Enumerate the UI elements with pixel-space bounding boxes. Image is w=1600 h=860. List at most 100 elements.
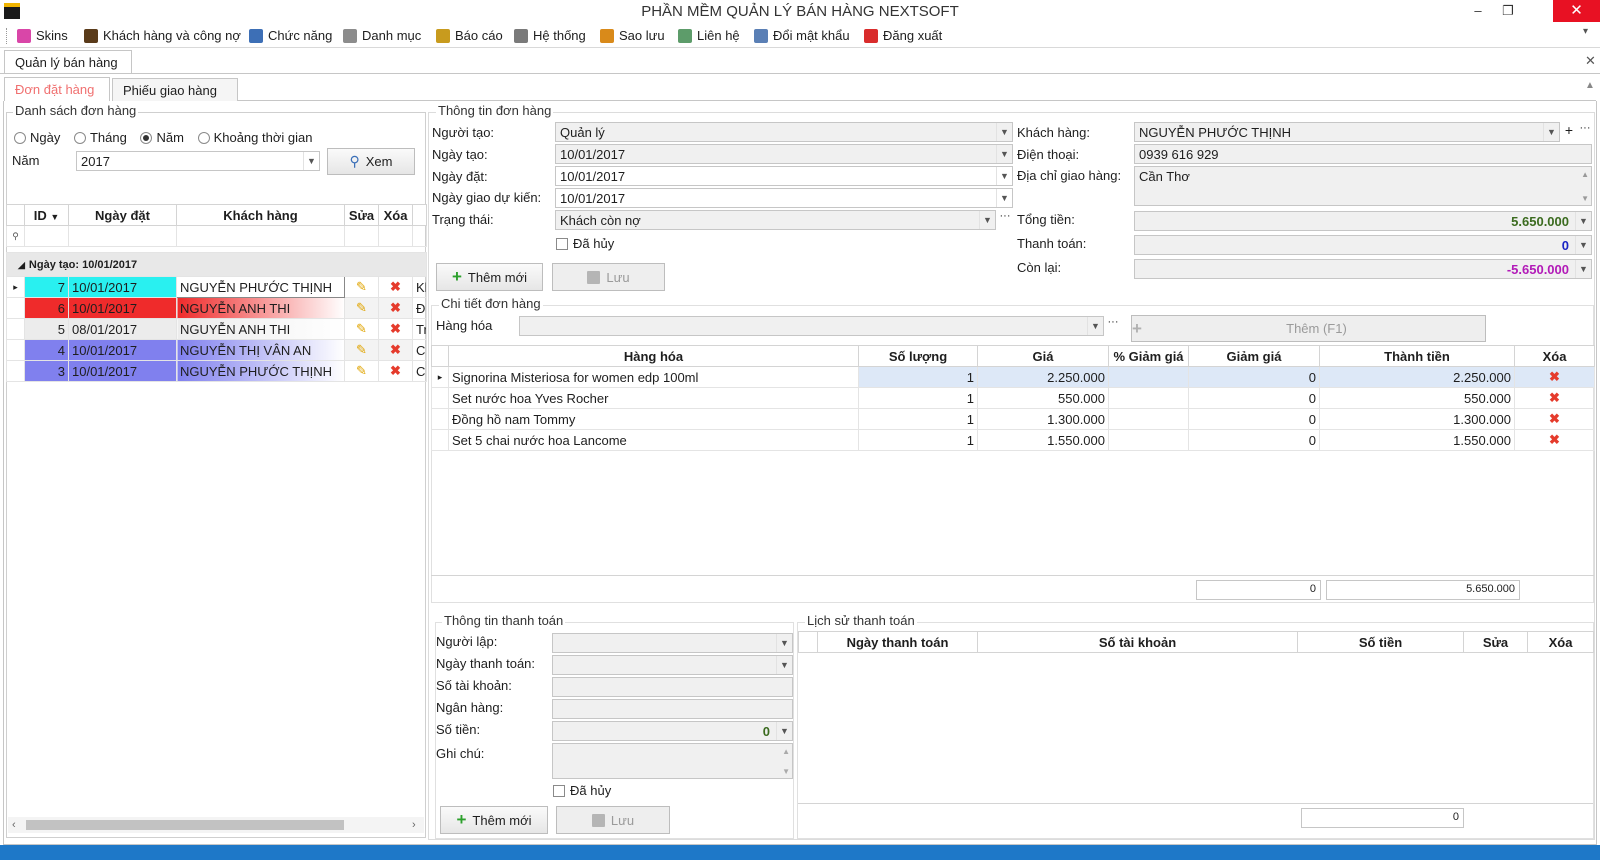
col-product[interactable]: Hàng hóa [448,345,859,367]
edit-icon[interactable]: ✎ [344,339,379,361]
payment-creator-select[interactable]: ▼ [552,633,793,653]
customer-select[interactable]: NGUYỄN PHƯỚC THỊNH ▼ [1134,122,1560,142]
col-delete[interactable]: Xóa [1527,631,1594,653]
scroll-up-icon[interactable]: ▲ [1581,170,1589,179]
detail-row[interactable]: ▸ Signorina Misteriosa for women edp 100m… [431,366,1595,388]
close-window-button[interactable]: ✕ [1553,0,1600,22]
delete-icon[interactable]: ✖ [1514,408,1595,430]
menu-item-8[interactable]: Đổi mật khẩu [754,28,850,43]
scroll-right-icon[interactable]: › [412,819,416,831]
col-customer[interactable]: Khách hàng [176,204,345,226]
delete-icon[interactable]: ✖ [378,318,413,340]
order-row[interactable]: 310/01/2017NGUYỄN PHƯỚC THỊNH✎✖Ch [6,360,427,382]
add-payment-button[interactable]: + Thêm mới [440,806,548,834]
minimize-button[interactable]: – [1463,0,1493,22]
scroll-up-icon[interactable]: ▲ [1585,80,1595,91]
menu-item-0[interactable]: Skins [17,28,68,43]
save-order-button[interactable]: Lưu [552,263,665,291]
delete-icon[interactable]: ✖ [378,297,413,319]
col-discount-pct[interactable]: % Giảm giá [1108,345,1189,367]
scroll-down-icon[interactable]: ▼ [782,767,790,776]
scroll-down-icon[interactable]: ▼ [1581,194,1589,203]
address-field[interactable]: Cần Thơ ▲ ▼ [1134,166,1592,206]
detail-row[interactable]: Set 5 chai nước hoa Lancome 1 1.550.000 0 1.… [431,429,1595,451]
menu-item-1[interactable]: Khách hàng và công nợ [84,28,241,43]
menu-item-2[interactable]: Chức năng [249,28,332,43]
year-select[interactable]: 2017 ▼ [76,151,320,171]
add-order-button[interactable]: + Thêm mới [436,263,543,291]
horizontal-scrollbar[interactable]: ‹ › [8,817,424,833]
note-field[interactable]: ▲ ▼ [552,743,793,779]
col-delete[interactable]: Xóa [378,204,413,226]
delete-icon[interactable]: ✖ [1514,387,1595,409]
delete-icon[interactable]: ✖ [378,360,413,382]
menu-item-4[interactable]: Báo cáo [436,28,503,43]
creator-select[interactable]: Quản lý ▼ [555,122,1013,142]
col-delete[interactable]: Xóa [1514,345,1595,367]
product-more-button[interactable]: ··· [1105,316,1121,336]
payment-cancelled-checkbox[interactable]: Đã hủy [553,783,611,798]
menu-item-5[interactable]: Hệ thống [514,28,586,43]
edit-icon[interactable]: ✎ [344,297,379,319]
menu-item-7[interactable]: Liên hệ [678,28,740,43]
delete-icon[interactable]: ✖ [378,276,413,298]
view-button[interactable]: ⚲ Xem [327,148,415,175]
filter-cell[interactable] [378,225,413,247]
add-customer-button[interactable]: + [1561,122,1577,142]
detail-row[interactable]: Set nước hoa Yves Rocher 1 550.000 0 550.000… [431,387,1595,409]
scroll-up-icon[interactable]: ▲ [782,747,790,756]
radio-day[interactable]: Ngày [14,130,60,145]
filter-cell[interactable] [68,225,177,247]
filter-cell[interactable] [24,225,69,247]
payment-date-field[interactable]: ▼ [552,655,793,675]
edit-icon[interactable]: ✎ [344,360,379,382]
col-edit[interactable]: Sửa [344,204,379,226]
menu-item-6[interactable]: Sao lưu [600,28,665,43]
menu-item-3[interactable]: Danh mục [343,28,421,43]
close-doc-icon[interactable]: ✕ [1585,53,1596,69]
menu-overflow-icon[interactable]: ▾ [1583,26,1588,37]
col-payment-date[interactable]: Ngày thanh toán [817,631,978,653]
col-price[interactable]: Giá [977,345,1109,367]
menu-item-9[interactable]: Đăng xuất [864,28,942,43]
delete-icon[interactable]: ✖ [378,339,413,361]
detail-row[interactable]: Đồng hồ nam Tommy 1 1.300.000 0 1.300.000 ✖ [431,408,1595,430]
radio-year[interactable]: Năm [140,130,184,145]
order-row[interactable]: 410/01/2017NGUYỄN THỊ VÂN AN✎✖Ch [6,339,427,361]
delivery-date-field[interactable]: 10/01/2017 ▼ [555,188,1013,208]
group-row[interactable]: ◢ Ngày tạo: 10/01/2017 [6,252,427,277]
add-product-button[interactable]: + Thêm (F1) [1131,315,1486,342]
filter-cell[interactable] [412,225,427,247]
cancelled-checkbox[interactable]: Đã hủy [556,236,614,251]
delete-icon[interactable]: ✖ [1514,366,1595,388]
save-payment-button[interactable]: Lưu [556,806,670,834]
radio-range[interactable]: Khoảng thời gian [197,130,312,145]
doc-tab-sales[interactable]: Quản lý bán hàng [4,50,132,74]
col-account[interactable]: Số tài khoản [977,631,1298,653]
order-row[interactable]: ▸710/01/2017NGUYỄN PHƯỚC THỊNH✎✖Kh [6,276,427,298]
edit-icon[interactable]: ✎ [344,276,379,298]
phone-field[interactable]: 0939 616 929 [1134,144,1592,164]
edit-icon[interactable]: ✎ [344,318,379,340]
order-date-field[interactable]: 10/01/2017 ▼ [555,166,1013,186]
customer-more-button[interactable]: ··· [1577,122,1593,142]
col-amount[interactable]: Số tiền [1297,631,1464,653]
radio-month[interactable]: Tháng [73,130,127,145]
product-select[interactable]: ▼ [519,316,1104,336]
scrollbar-thumb[interactable] [26,820,344,830]
status-more-button[interactable]: ··· [997,210,1013,230]
maximize-button[interactable]: ❐ [1493,0,1523,22]
delete-icon[interactable]: ✖ [1514,429,1595,451]
bank-field[interactable] [552,699,793,719]
filter-cell[interactable] [176,225,345,247]
col-discount[interactable]: Giảm giá [1188,345,1320,367]
status-select[interactable]: Khách còn nợ ▼ [555,210,996,230]
col-edit[interactable]: Sửa [1463,631,1528,653]
account-field[interactable] [552,677,793,697]
col-order-date[interactable]: Ngày đặt [68,204,177,226]
col-line-total[interactable]: Thành tiền [1319,345,1515,367]
col-id[interactable]: ID ▼ [24,204,69,226]
order-row[interactable]: 610/01/2017NGUYỄN ANH THI✎✖Đã [6,297,427,319]
filter-cell[interactable] [344,225,379,247]
created-date-field[interactable]: 10/01/2017 ▼ [555,144,1013,164]
